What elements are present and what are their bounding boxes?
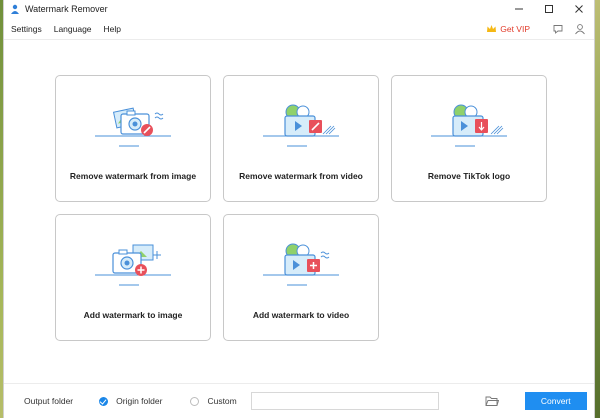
card-label: Remove watermark from image bbox=[69, 171, 197, 181]
card-remove-tiktok-logo[interactable]: Remove TikTok logo bbox=[391, 75, 547, 202]
feedback-button[interactable] bbox=[552, 23, 564, 35]
title-bar: Watermark Remover bbox=[4, 0, 594, 18]
output-folder-label: Output folder bbox=[24, 396, 74, 406]
feature-grid: Remove watermark from image Remove water… bbox=[4, 40, 594, 370]
app-window: Watermark Remover Settings Language Help… bbox=[3, 0, 595, 418]
convert-button[interactable]: Convert bbox=[524, 392, 587, 410]
account-button[interactable] bbox=[574, 23, 586, 35]
minimize-button[interactable] bbox=[504, 0, 534, 18]
window-title: Watermark Remover bbox=[25, 4, 108, 14]
card-add-watermark-video[interactable]: Add watermark to video bbox=[223, 214, 379, 341]
get-vip-label: Get VIP bbox=[500, 23, 530, 34]
browse-folder-button[interactable] bbox=[485, 395, 499, 407]
custom-radio[interactable]: Custom bbox=[190, 396, 237, 406]
card-remove-watermark-image[interactable]: Remove watermark from image bbox=[55, 75, 211, 202]
menu-bar: Settings Language Help Get VIP bbox=[4, 18, 594, 40]
get-vip-button[interactable]: Get VIP bbox=[486, 24, 530, 34]
crown-icon bbox=[487, 24, 497, 32]
tiktok-remove-icon bbox=[431, 104, 507, 147]
footer-bar: Output folder Origin folder Custom Conve… bbox=[4, 383, 594, 418]
image-remove-icon bbox=[95, 107, 171, 147]
card-label: Add watermark to video bbox=[252, 310, 350, 320]
minimize-icon bbox=[515, 8, 523, 10]
menu-language[interactable]: Language bbox=[54, 24, 92, 34]
origin-folder-radio[interactable]: Origin folder bbox=[99, 396, 162, 406]
menu-help[interactable]: Help bbox=[104, 24, 121, 34]
maximize-icon bbox=[545, 5, 553, 13]
video-remove-icon bbox=[263, 104, 339, 147]
chat-bubble-icon bbox=[553, 24, 563, 34]
header-actions: Get VIP bbox=[486, 23, 594, 35]
user-icon bbox=[575, 23, 585, 34]
folder-icon bbox=[485, 396, 499, 406]
menu-settings[interactable]: Settings bbox=[11, 24, 42, 34]
origin-folder-label: Origin folder bbox=[116, 396, 163, 406]
close-icon bbox=[575, 5, 583, 13]
custom-label: Custom bbox=[207, 396, 237, 406]
maximize-button[interactable] bbox=[534, 0, 564, 18]
custom-path-input[interactable] bbox=[250, 392, 439, 410]
card-label: Add watermark to image bbox=[83, 310, 183, 320]
video-add-icon bbox=[263, 243, 339, 286]
radio-unchecked-icon bbox=[190, 396, 200, 406]
card-remove-watermark-video[interactable]: Remove watermark from video bbox=[223, 75, 379, 202]
close-button[interactable] bbox=[564, 0, 594, 18]
card-add-watermark-image[interactable]: Add watermark to image bbox=[55, 214, 211, 341]
radio-checked-icon bbox=[99, 396, 109, 406]
window-controls bbox=[504, 0, 594, 18]
app-logo-icon bbox=[10, 4, 20, 14]
image-add-icon bbox=[95, 244, 171, 286]
card-label: Remove watermark from video bbox=[239, 171, 363, 181]
card-label: Remove TikTok logo bbox=[427, 171, 511, 181]
